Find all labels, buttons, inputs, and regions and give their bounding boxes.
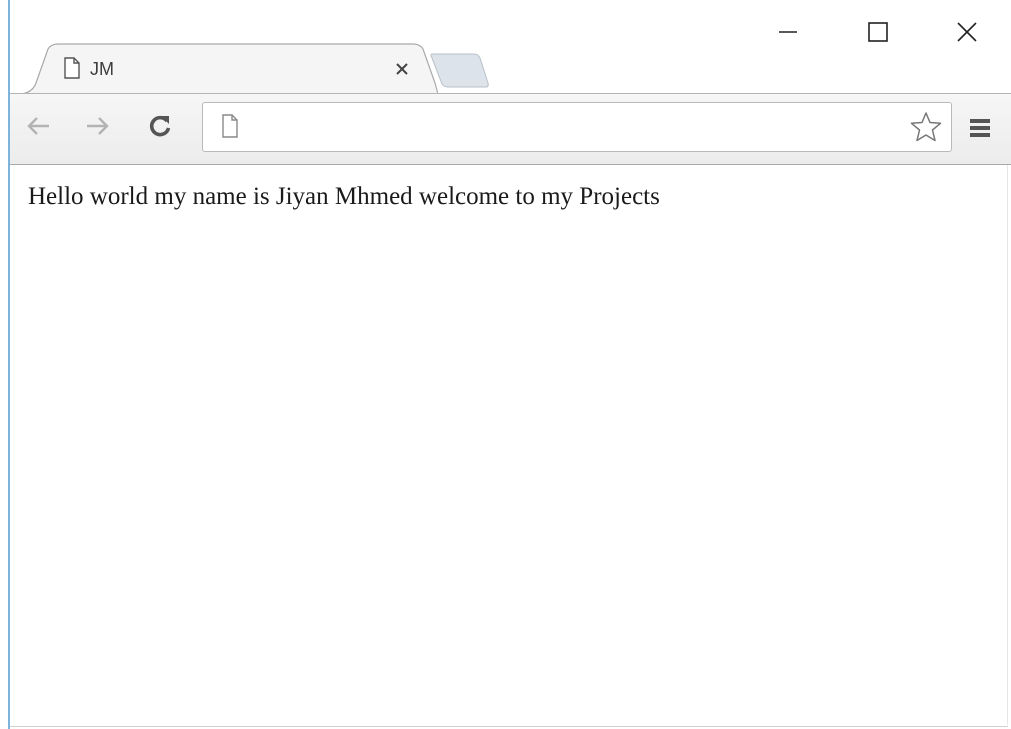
new-tab-icon [430, 53, 489, 88]
tab-background [18, 43, 438, 95]
toolbar [10, 93, 1011, 165]
reload-button[interactable] [144, 110, 176, 142]
page-body-text: Hello world my name is Jiyan Mhmed welco… [28, 183, 660, 210]
arrow-right-icon [87, 117, 109, 135]
menu-button[interactable] [966, 114, 994, 142]
forward-button[interactable] [82, 110, 114, 142]
tab-jm[interactable]: JM [18, 43, 438, 95]
page-content: Hello world my name is Jiyan Mhmed welco… [10, 165, 1007, 725]
bookmark-button[interactable] [909, 110, 943, 144]
arrow-left-icon [27, 117, 49, 135]
new-tab-button[interactable] [428, 52, 490, 88]
document-icon [222, 114, 238, 138]
tab-close-button[interactable] [392, 59, 412, 79]
hamburger-menu-icon [970, 119, 990, 137]
document-icon [64, 57, 80, 79]
tab-title: JM [90, 59, 114, 79]
browser-window: JM Hello world my name is Jiyan Mhmed we… [0, 0, 1011, 729]
reload-icon [149, 115, 171, 137]
back-button[interactable] [22, 110, 54, 142]
window-border [10, 726, 1008, 727]
tab-strip: JM [10, 40, 1010, 95]
close-icon [396, 63, 408, 75]
address-input[interactable] [251, 111, 895, 145]
minimize-icon [779, 31, 797, 33]
star-icon [910, 112, 942, 142]
window-border [1007, 165, 1008, 725]
address-bar[interactable] [202, 102, 952, 152]
